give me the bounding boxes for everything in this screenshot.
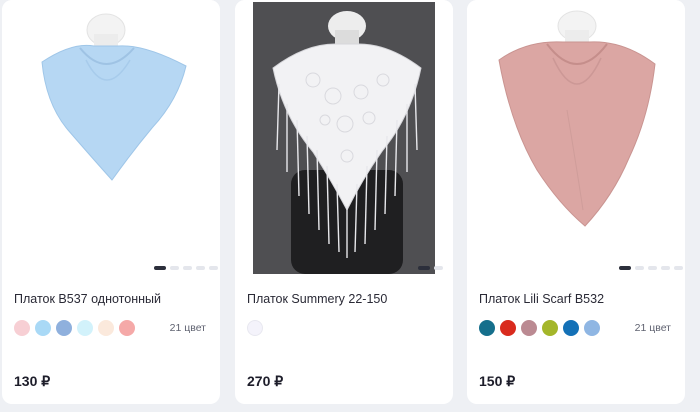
product-image[interactable] (467, 0, 685, 280)
product-image[interactable] (2, 0, 220, 280)
product-price: 150 ₽ (479, 373, 516, 389)
carousel-dot[interactable] (434, 266, 443, 270)
carousel-dot[interactable] (418, 266, 430, 270)
carousel-dot[interactable] (154, 266, 166, 270)
image-carousel-dots[interactable] (619, 266, 683, 270)
color-swatches (479, 320, 600, 336)
product-title[interactable]: Платок B537 однотонный (14, 292, 161, 306)
color-swatch[interactable] (479, 320, 495, 336)
carousel-dot[interactable] (183, 266, 192, 270)
carousel-dot[interactable] (196, 266, 205, 270)
color-count: 21 цвет (169, 322, 206, 334)
pink-scarf-on-mannequin-icon (467, 0, 685, 280)
product-price: 130 ₽ (14, 373, 51, 389)
color-swatch[interactable] (563, 320, 579, 336)
carousel-dot[interactable] (209, 266, 218, 270)
image-carousel-dots[interactable] (418, 266, 443, 270)
color-swatch[interactable] (98, 320, 114, 336)
color-swatch[interactable] (500, 320, 516, 336)
product-image[interactable] (235, 0, 453, 280)
carousel-dot[interactable] (635, 266, 644, 270)
carousel-dot[interactable] (674, 266, 683, 270)
color-swatch[interactable] (77, 320, 93, 336)
color-swatch[interactable] (542, 320, 558, 336)
product-title[interactable]: Платок Summery 22-150 (247, 292, 387, 306)
carousel-dot[interactable] (648, 266, 657, 270)
product-card-3[interactable]: Платок Lili Scarf B532 21 цвет 150 ₽ (467, 0, 685, 404)
color-swatch[interactable] (35, 320, 51, 336)
product-price: 270 ₽ (247, 373, 284, 389)
product-title[interactable]: Платок Lili Scarf B532 (479, 292, 604, 306)
color-count: 21 цвет (634, 322, 671, 334)
image-carousel-dots[interactable] (154, 266, 218, 270)
color-swatch[interactable] (247, 320, 263, 336)
carousel-dot[interactable] (619, 266, 631, 270)
color-swatches (247, 320, 263, 336)
color-swatches (14, 320, 135, 336)
color-swatch[interactable] (56, 320, 72, 336)
product-card-1[interactable]: Платок B537 однотонный 21 цвет 130 ₽ (2, 0, 220, 404)
carousel-dot[interactable] (170, 266, 179, 270)
light-blue-scarf-on-mannequin-icon (2, 0, 220, 280)
color-swatch[interactable] (14, 320, 30, 336)
color-swatch[interactable] (119, 320, 135, 336)
carousel-dot[interactable] (661, 266, 670, 270)
product-card-2[interactable]: Платок Summery 22-150 270 ₽ (235, 0, 453, 404)
white-lace-fringe-scarf-on-black-mannequin-icon (235, 0, 453, 280)
color-swatch[interactable] (521, 320, 537, 336)
color-swatch[interactable] (584, 320, 600, 336)
